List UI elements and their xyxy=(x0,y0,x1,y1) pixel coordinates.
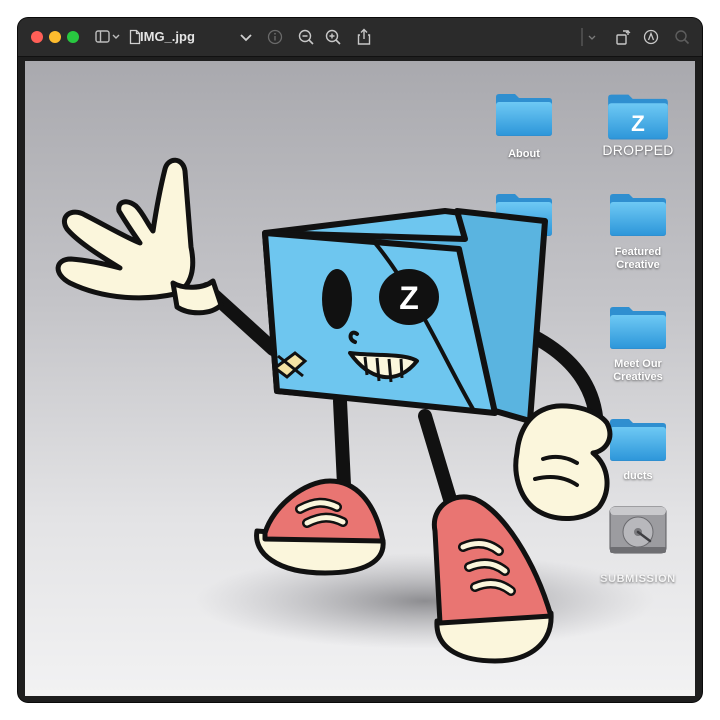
zoom-in-icon xyxy=(325,29,341,45)
zoom-out-icon xyxy=(298,29,314,45)
window-title: IMG_.jpg xyxy=(140,29,195,44)
preview-window: IMG_.jpg About Z DROPPED Featured Creati… xyxy=(18,18,702,702)
left-glove xyxy=(55,157,224,316)
eye-patch-glyph: Z xyxy=(399,280,419,316)
rotate-button[interactable] xyxy=(614,27,632,47)
zoom-button[interactable] xyxy=(67,31,79,43)
sidebar-icon xyxy=(95,30,110,43)
sidebar-toggle-button[interactable] xyxy=(94,27,122,47)
zoom-out-button[interactable] xyxy=(297,27,315,47)
info-button[interactable] xyxy=(266,27,284,47)
close-button[interactable] xyxy=(31,31,43,43)
zoom-in-button[interactable] xyxy=(324,27,342,47)
folder-mascot-illustration: Z xyxy=(55,157,655,664)
search-icon xyxy=(675,30,690,45)
markup-icon xyxy=(643,29,659,45)
toolbar-divider xyxy=(581,27,601,47)
ground-shadow xyxy=(195,553,655,649)
chevron-down-icon xyxy=(240,34,252,42)
share-button[interactable] xyxy=(355,27,373,47)
minimize-button[interactable] xyxy=(49,31,61,43)
rotate-icon xyxy=(616,30,631,45)
left-shoe xyxy=(254,478,386,576)
image-canvas: About Z DROPPED Featured Creative Meet O… xyxy=(25,61,695,696)
title-menu-button[interactable] xyxy=(239,27,253,47)
right-glove xyxy=(513,403,613,522)
title-bar: IMG_.jpg xyxy=(18,18,702,57)
search-button[interactable] xyxy=(673,27,691,47)
chevron-down-icon xyxy=(112,34,120,39)
left-eye xyxy=(322,269,352,329)
info-icon xyxy=(267,29,283,45)
markup-button[interactable] xyxy=(642,27,660,47)
share-icon xyxy=(357,28,371,45)
right-shoe xyxy=(431,494,554,664)
